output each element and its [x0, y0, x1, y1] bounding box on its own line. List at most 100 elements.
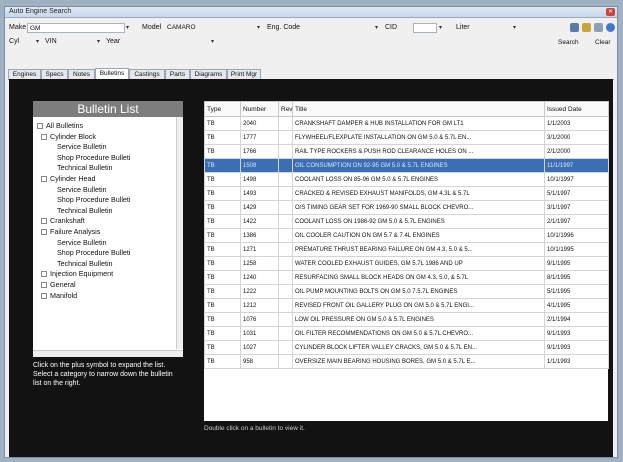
search-button[interactable]: Search — [558, 39, 579, 46]
table-row[interactable]: TB 1027 CYLINDER BLOCK LIFTER VALLEY CRACK… — [204, 340, 609, 355]
table-row[interactable]: TB 1212 REVISED FRONT OIL GALLERY PLUG ON … — [204, 298, 609, 313]
bulletin-tree[interactable]: All Bulletins Cylinder Block Service Bulle… — [33, 117, 183, 357]
tree-item[interactable]: Technical Bulletin — [57, 206, 113, 215]
tab-engines[interactable]: Engines — [8, 69, 41, 79]
tree-item[interactable]: Injection Equipment — [41, 269, 113, 278]
cid-select[interactable] — [413, 23, 437, 33]
table-cell — [278, 158, 293, 173]
collapse-icon[interactable] — [41, 229, 47, 236]
edit-icon[interactable] — [582, 23, 591, 32]
tree-item[interactable]: Manifold — [41, 291, 77, 300]
collapse-icon[interactable] — [41, 176, 47, 183]
tree-item[interactable]: All Bulletins — [37, 121, 83, 130]
save-icon[interactable] — [594, 23, 603, 32]
tree-item[interactable]: Technical Bulletin — [57, 163, 113, 172]
tab-diagrams[interactable]: Diagrams — [190, 69, 227, 79]
bulletin-list-hint: Click on the plus symbol to expand the l… — [33, 362, 173, 387]
table-row[interactable]: TB 958 OVERSIZE MAIN BEARING HOUSING BORES… — [204, 354, 609, 369]
chevron-down-icon[interactable]: ▾ — [126, 23, 129, 33]
table-cell: 11/1/1997 — [544, 158, 609, 173]
table-row[interactable]: TB 1508 OIL CONSUMPTION ON 92-95 GM 5.0 & … — [204, 158, 609, 173]
make-select[interactable]: GM — [27, 23, 125, 33]
table-cell: 2/1/1994 — [544, 312, 609, 327]
table-row[interactable]: TB 1429 O/S TIMING GEAR SET FOR 1969-90 SM… — [204, 200, 609, 215]
table-row[interactable]: TB 1240 RESURFACING SMALL BLOCK HEADS ON G… — [204, 270, 609, 285]
column-header[interactable]: Number — [240, 101, 279, 117]
table-cell: TB — [204, 284, 241, 299]
tree-item[interactable]: Crankshaft — [41, 216, 85, 225]
tree-vertical-scrollbar[interactable] — [176, 117, 183, 349]
tree-item[interactable]: Service Bulletin — [57, 238, 107, 247]
table-row[interactable]: TB 2040 CRANKSHAFT DAMPER & HUB INSTALLATI… — [204, 116, 609, 131]
table-row[interactable]: TB 1498 COOLANT LOSS ON 85-96 GM 5.0 & 5.7… — [204, 172, 609, 187]
chevron-down-icon[interactable]: ▾ — [211, 37, 214, 47]
table-cell: 1258 — [240, 256, 279, 271]
cid-label: CID — [385, 24, 398, 31]
table-row[interactable]: TB 1493 CRACKED & REVISED EXHAUST MANIFOLD… — [204, 186, 609, 201]
expand-icon[interactable] — [41, 271, 47, 278]
chevron-down-icon[interactable]: ▾ — [513, 23, 516, 33]
table-row[interactable]: TB 1222 OIL PUMP MOUNTING BOLTS ON GM 5.0 … — [204, 284, 609, 299]
table-row[interactable]: TB 1076 LOW OIL PRESSURE ON GM 5.0 & 5.7L … — [204, 312, 609, 327]
chevron-down-icon[interactable]: ▾ — [36, 37, 39, 47]
table-cell: WATER COOLED EXHAUST GUIDES, GM 5.7L 198… — [292, 256, 545, 271]
tree-item[interactable]: Shop Procedure Bulleti — [57, 153, 131, 162]
chevron-down-icon[interactable]: ▾ — [375, 23, 378, 33]
clear-button[interactable]: Clear — [595, 39, 611, 46]
print-icon[interactable] — [570, 23, 579, 32]
table-cell: TB — [204, 298, 241, 313]
bulletins-panel: Bulletin List All Bulletins Cylinder Bloc… — [9, 79, 613, 457]
column-header[interactable]: Issued Date — [544, 101, 609, 117]
tree-item[interactable]: Technical Bulletin — [57, 259, 113, 268]
tree-item[interactable]: Shop Procedure Bulleti — [57, 248, 131, 257]
table-row[interactable]: TB 1386 OIL COOLER CAUTION ON GM 5.7 & 7.4… — [204, 228, 609, 243]
make-label: Make — [9, 24, 27, 31]
expand-icon[interactable] — [41, 282, 47, 289]
tree-item[interactable]: Service Bulletin — [57, 185, 107, 194]
expand-icon[interactable] — [41, 218, 47, 225]
tree-item-label: Technical Bulletin — [57, 205, 113, 215]
column-header[interactable]: Type — [204, 101, 241, 117]
tree-item[interactable]: Failure Analysis — [41, 227, 100, 236]
table-cell: OIL PUMP MOUNTING BOLTS ON GM 5.0 7.5.7L… — [292, 284, 545, 299]
table-row[interactable]: TB 1031 OIL FILTER RECOMMENDATIONS ON GM 5… — [204, 326, 609, 341]
tree-item[interactable]: Cylinder Block — [41, 132, 96, 141]
tab-parts[interactable]: Parts — [165, 69, 190, 79]
table-cell: 1498 — [240, 172, 279, 187]
table-row[interactable]: TB 1777 FLYWHEEL/FLEXPLATE INSTALLATION ON… — [204, 130, 609, 145]
tab-notes[interactable]: Notes — [68, 69, 95, 79]
tab-specs[interactable]: Specs — [41, 69, 68, 79]
tree-item[interactable]: General — [41, 280, 76, 289]
tree-item[interactable]: Cylinder Head — [41, 174, 96, 183]
column-header[interactable]: Rev — [278, 101, 293, 117]
table-cell: 1027 — [240, 340, 279, 355]
tree-horizontal-scrollbar[interactable] — [33, 350, 183, 357]
eng-code-label: Eng. Code — [267, 24, 301, 31]
table-row[interactable]: TB 1258 WATER COOLED EXHAUST GUIDES, GM 5.… — [204, 256, 609, 271]
tree-item[interactable]: Shop Procedure Bulleti — [57, 195, 131, 204]
table-row[interactable]: TB 1422 COOLANT LOSS ON 1986-92 GM 5.0 & 5… — [204, 214, 609, 229]
collapse-icon[interactable] — [41, 133, 47, 140]
tree-item[interactable]: Service Bulletin — [57, 142, 107, 151]
table-cell — [278, 200, 293, 215]
table-cell: 1429 — [240, 200, 279, 215]
column-header[interactable]: Title — [292, 101, 545, 117]
model-select[interactable]: CAMARO — [165, 23, 233, 33]
chevron-down-icon[interactable]: ▾ — [439, 23, 442, 33]
collapse-icon[interactable] — [37, 123, 43, 130]
background-frame: Auto Engine Search ✕ Make GM ▾ Model CAM… — [0, 0, 623, 462]
expand-icon[interactable] — [41, 292, 47, 299]
close-icon[interactable]: ✕ — [606, 8, 615, 16]
table-cell: FLYWHEEL/FLEXPLATE INSTALLATION ON GM 5.… — [292, 130, 545, 145]
chevron-down-icon[interactable]: ▾ — [97, 37, 100, 47]
help-icon[interactable] — [606, 23, 615, 32]
table-cell: 1222 — [240, 284, 279, 299]
table-row[interactable]: TB 1271 PREMATURE THRUST BEARING FAILURE O… — [204, 242, 609, 257]
tab-castings[interactable]: Castings — [129, 69, 165, 79]
table-cell: RESURFACING SMALL BLOCK HEADS ON GM 4.3,… — [292, 270, 545, 285]
tab-print-mgr[interactable]: Print Mgr — [227, 69, 261, 79]
chevron-down-icon[interactable]: ▾ — [257, 23, 260, 33]
table-row[interactable]: TB 1766 RAIL TYPE ROCKERS & PUSH ROD CLEAR… — [204, 144, 609, 159]
table-cell: 1/1/1993 — [544, 354, 609, 369]
table-cell: TB — [204, 200, 241, 215]
